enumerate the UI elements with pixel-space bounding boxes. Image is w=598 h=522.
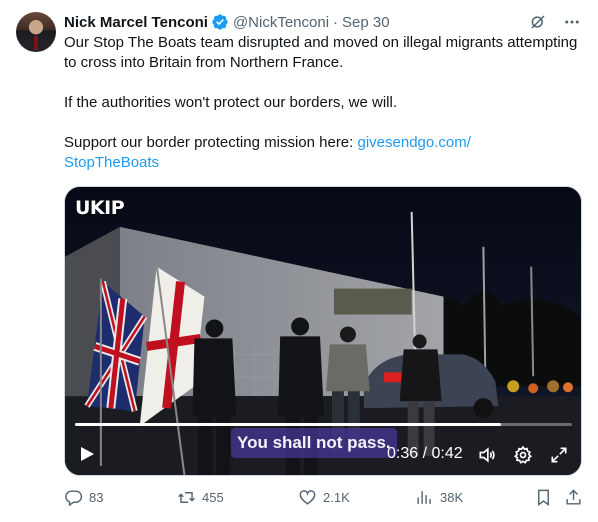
views-icon (417, 491, 431, 504)
tweet-actions: 83 455 2.1K 38K (64, 488, 586, 510)
share-button[interactable] (564, 488, 583, 507)
bookmark-icon (538, 489, 549, 507)
like-count: 2.1K (323, 490, 350, 505)
tweet-paragraph: Support our border protecting mission he… (64, 133, 584, 173)
video-time-current: 0:36 (387, 445, 419, 462)
video-progress-bar[interactable] (75, 423, 572, 426)
reply-count: 83 (89, 490, 104, 505)
video-controls: 0:36 / 0:42 (65, 439, 581, 469)
share-icon (566, 489, 581, 505)
repost-count: 455 (202, 490, 224, 505)
more-icon[interactable] (562, 12, 582, 32)
verified-badge-icon[interactable] (211, 13, 229, 31)
donation-link-continued[interactable]: StopTheBoats (64, 154, 159, 171)
reply-button[interactable]: 83 (64, 488, 103, 507)
repost-icon (178, 492, 195, 503)
volume-icon[interactable] (477, 445, 497, 465)
video-progress-fill (75, 423, 501, 426)
author-handle[interactable]: @NickTenconi (233, 14, 329, 31)
top-actions (528, 12, 582, 32)
views-button[interactable]: 38K (415, 488, 463, 507)
video-player[interactable]: UKIP You shall not pass. 0:36 / 0:42 (64, 186, 582, 476)
tweet-date[interactable]: Sep 30 (342, 14, 390, 31)
video-time-separator: / (418, 445, 432, 462)
views-count: 38K (440, 490, 464, 505)
tweet-paragraph-text: Support our border protecting mission he… (64, 134, 358, 151)
tweet-header: Nick Marcel Tenconi @NickTenconi · Sep 3… (64, 12, 390, 32)
play-icon[interactable] (79, 446, 95, 462)
tweet[interactable]: Nick Marcel Tenconi @NickTenconi · Sep 3… (0, 0, 598, 522)
grok-icon[interactable] (528, 12, 548, 32)
separator-dot: · (333, 13, 339, 31)
donation-link[interactable]: givesendgo.com/ (358, 134, 471, 151)
like-button[interactable]: 2.1K (298, 488, 350, 507)
settings-icon[interactable] (513, 445, 533, 465)
author-name[interactable]: Nick Marcel Tenconi (64, 14, 208, 31)
like-icon (299, 490, 316, 505)
video-time: 0:36 / 0:42 (387, 445, 463, 463)
fullscreen-icon[interactable] (549, 445, 569, 465)
avatar[interactable] (16, 12, 56, 52)
bookmark-button[interactable] (534, 488, 553, 507)
tweet-paragraph: If the authorities won't protect our bor… (64, 94, 398, 111)
video-watermark: UKIP (75, 197, 125, 219)
repost-button[interactable]: 455 (177, 488, 224, 507)
tweet-text: Our Stop The Boats team disrupted and mo… (64, 33, 584, 173)
video-time-total: 0:42 (431, 445, 463, 462)
tweet-paragraph: Our Stop The Boats team disrupted and mo… (64, 34, 578, 71)
reply-icon (65, 490, 83, 507)
